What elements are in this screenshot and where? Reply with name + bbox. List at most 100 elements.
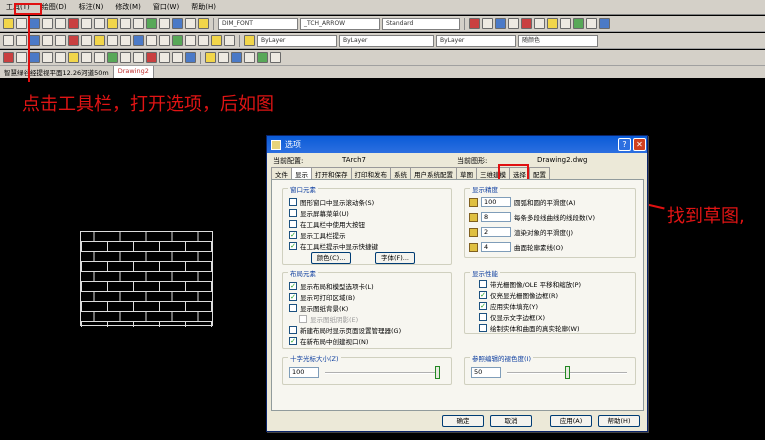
checkbox-layout-tabs[interactable]: ✓ 显示布局和模型选项卡(L) (289, 281, 374, 291)
checkbox-mark[interactable] (479, 313, 487, 321)
rotate-icon[interactable] (81, 52, 92, 63)
array-icon[interactable] (55, 52, 66, 63)
zoom-icon[interactable] (159, 18, 170, 29)
tab-open-save[interactable]: 打开和保存 (311, 167, 352, 179)
polyline-icon[interactable] (29, 35, 40, 46)
insert-block-icon[interactable] (133, 35, 144, 46)
arc-smoothness-field[interactable]: 100 圆弧和圆的平滑度(A) (469, 197, 576, 207)
snap-icon[interactable] (469, 18, 480, 29)
circle-icon[interactable] (81, 35, 92, 46)
polar-icon[interactable] (508, 18, 519, 29)
checkbox-raster-pan-zoom[interactable]: 带光栅图像/OLE 平移和缩放(P) (479, 279, 581, 289)
checkbox-page-setup-manager[interactable]: 新建布局时显示页面设置管理器(G) (289, 325, 401, 335)
slider-thumb[interactable] (435, 366, 440, 379)
color-select[interactable]: 随颜色 (518, 34, 598, 47)
close-icon[interactable]: ✕ (633, 138, 646, 151)
tab-files[interactable]: 文件 (271, 167, 292, 179)
tab-plot-publish[interactable]: 打印和发布 (350, 167, 391, 179)
tab-drawing-2[interactable]: Drawing2 (113, 66, 154, 78)
layer-icon[interactable] (244, 35, 255, 46)
tab-drawing-1[interactable]: 智慧绿谷经提视平面12.26河道50m (0, 66, 114, 78)
qp-icon[interactable] (599, 18, 610, 29)
move-icon[interactable] (68, 52, 79, 63)
checkbox-raster-frame[interactable]: ✓ 仅亮显光栅图像边框(R) (479, 290, 558, 300)
mirror-icon[interactable] (29, 52, 40, 63)
crosshair-slider[interactable]: 100 (289, 366, 444, 379)
explode-icon[interactable] (185, 52, 196, 63)
number-input[interactable]: 2 (481, 227, 511, 237)
mtext-icon[interactable] (224, 35, 235, 46)
model-icon[interactable] (573, 18, 584, 29)
copy-icon[interactable] (81, 18, 92, 29)
match-icon[interactable] (107, 18, 118, 29)
copy-object-icon[interactable] (16, 52, 27, 63)
number-input[interactable]: 8 (481, 212, 511, 222)
break-icon[interactable] (146, 52, 157, 63)
redo-icon[interactable] (133, 18, 144, 29)
checkbox-large-buttons[interactable]: 在工具栏中使用大按钮 (289, 219, 365, 229)
new-icon[interactable] (3, 18, 14, 29)
checkbox-true-silhouettes[interactable]: 绘制实体和曲面的真实轮廓(W) (479, 323, 580, 333)
point-icon[interactable] (159, 35, 170, 46)
menu-dimension[interactable]: 标注(N) (73, 2, 110, 12)
textstyle-select[interactable]: _TCH_ARROW (300, 17, 380, 30)
checkbox-create-viewport[interactable]: ✓ 在新布局中创建视口(N) (289, 336, 368, 346)
colors-button[interactable]: 颜色(C)... (311, 252, 351, 264)
polygon-icon[interactable] (42, 35, 53, 46)
number-input[interactable]: 100 (481, 197, 511, 207)
polyline-segments-field[interactable]: 8 每条多段线曲线的线段数(V) (469, 212, 595, 222)
ok-button[interactable]: 确定 (442, 415, 484, 427)
checkbox-mark[interactable] (289, 326, 297, 334)
tab-drafting[interactable]: 草图 (456, 167, 477, 179)
gradient-icon[interactable] (185, 35, 196, 46)
checkbox-mark[interactable]: ✓ (289, 293, 297, 301)
checkbox-mark[interactable]: ✓ (289, 282, 297, 290)
ellipse-icon[interactable] (120, 35, 131, 46)
checkbox-mark[interactable]: ✓ (479, 291, 487, 299)
trim-icon[interactable] (120, 52, 131, 63)
material-icon[interactable] (244, 52, 255, 63)
extend-icon[interactable] (133, 52, 144, 63)
checkbox-mark[interactable]: ✓ (479, 302, 487, 310)
menu-help[interactable]: 帮助(H) (185, 2, 222, 12)
design-center-icon[interactable] (185, 18, 196, 29)
tab-display[interactable]: 显示 (291, 167, 312, 179)
checkbox-shortcut-keys[interactable]: ✓ 在工具栏提示中显示快捷键 (289, 241, 378, 251)
tablestyle-select[interactable]: Standard (382, 17, 460, 30)
tab-system[interactable]: 系统 (390, 167, 411, 179)
menu-modify[interactable]: 修改(M) (109, 2, 147, 12)
camera-icon[interactable] (231, 52, 242, 63)
view-icon[interactable] (257, 52, 268, 63)
cut-icon[interactable] (68, 18, 79, 29)
crosshair-size-input[interactable]: 100 (289, 367, 319, 378)
tab-user-preferences[interactable]: 用户系统配置 (410, 167, 457, 179)
menu-window[interactable]: 窗口(W) (147, 2, 185, 12)
region-icon[interactable] (198, 35, 209, 46)
save-icon[interactable] (29, 18, 40, 29)
checkbox-tooltips[interactable]: ✓ 显示工具栏提示 (289, 230, 346, 240)
offset-icon[interactable] (42, 52, 53, 63)
chamfer-icon[interactable] (159, 52, 170, 63)
help-button[interactable]: 帮助(H) (598, 415, 640, 427)
xline-icon[interactable] (16, 35, 27, 46)
hatch-icon[interactable] (172, 35, 183, 46)
checkbox-mark[interactable] (479, 280, 487, 288)
undo-icon[interactable] (120, 18, 131, 29)
arc-icon[interactable] (68, 35, 79, 46)
tab-profiles[interactable]: 配置 (529, 167, 550, 179)
render-smoothness-field[interactable]: 2 渲染对象的平滑度(J) (469, 227, 573, 237)
scale-icon[interactable] (94, 52, 105, 63)
paste-icon[interactable] (94, 18, 105, 29)
pan-icon[interactable] (146, 18, 157, 29)
render-icon[interactable] (218, 52, 229, 63)
help-icon[interactable]: ? (618, 138, 631, 151)
checkbox-mark[interactable]: ✓ (289, 231, 297, 239)
fonts-button[interactable]: 字体(F)... (375, 252, 415, 264)
open-icon[interactable] (16, 18, 27, 29)
table-icon[interactable] (211, 35, 222, 46)
light-icon[interactable] (205, 52, 216, 63)
print-icon[interactable] (42, 18, 53, 29)
stretch-icon[interactable] (107, 52, 118, 63)
orbit-icon[interactable] (270, 52, 281, 63)
rectangle-icon[interactable] (55, 35, 66, 46)
